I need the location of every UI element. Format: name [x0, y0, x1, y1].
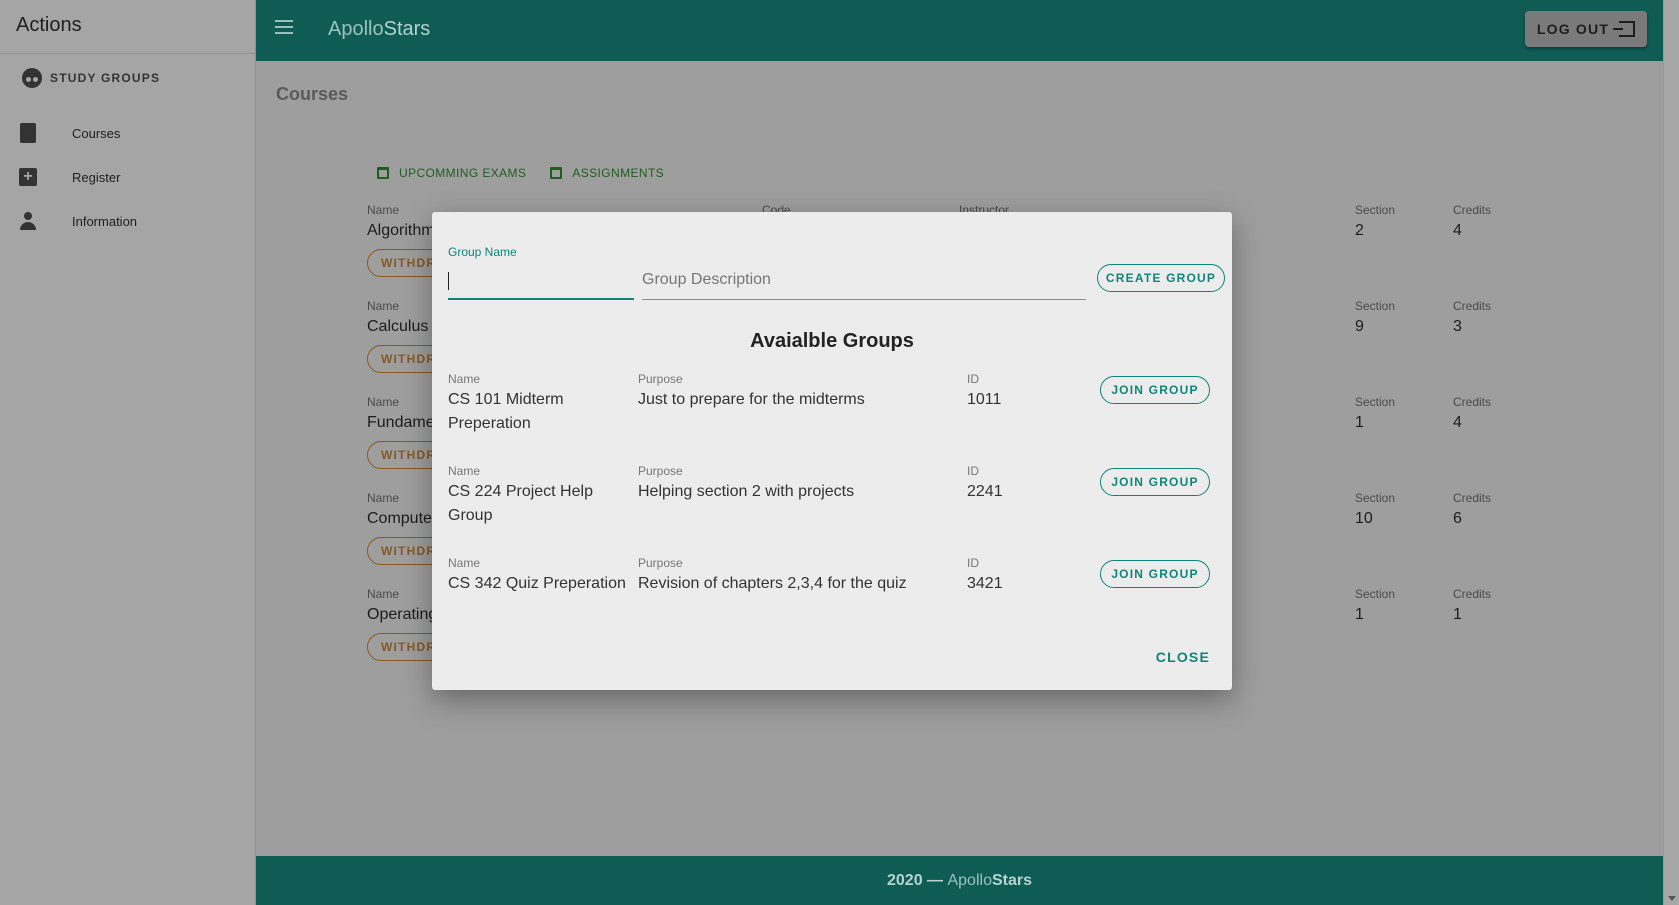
study-groups-label: STUDY GROUPS [50, 71, 161, 85]
page-title: Courses [276, 84, 349, 104]
group-id: 2241 [967, 483, 1003, 500]
course-name: Compute [367, 510, 432, 527]
sidebar: Actions STUDY GROUPS Courses + Register … [0, 0, 256, 905]
group-purpose: Helping section 2 with projects [638, 483, 855, 500]
join-group-button[interactable]: JOIN GROUP [1100, 560, 1210, 588]
sidebar-item-label: Courses [72, 125, 121, 141]
group-id: 1011 [967, 391, 1002, 408]
text-caret [448, 272, 449, 290]
person-icon [18, 211, 38, 231]
course-credits: 4 [1453, 414, 1462, 431]
book-icon [18, 123, 38, 143]
tab-label: UPCOMMING EXAMS [399, 166, 527, 180]
course-section: 1 [1355, 414, 1364, 431]
course-section: 2 [1355, 222, 1364, 239]
name-label: Name [448, 372, 481, 386]
sidebar-item-label: Register [72, 169, 121, 185]
available-groups-title: Avaialble Groups [750, 330, 914, 352]
scroll-down-icon[interactable] [1668, 896, 1676, 901]
group-name: CS 101 Midterm Preperation [448, 391, 564, 432]
logout-label: LOG OUT [1536, 21, 1610, 37]
tab-upcoming-exams[interactable]: UPCOMMING EXAMS [377, 166, 526, 180]
footer-text: 2020 — ApolloStars [887, 871, 1032, 889]
study-groups-dialog: Group Name CREATE GROUP Avaialble Groups… [432, 212, 1232, 690]
add-box-icon: + [18, 167, 38, 187]
group-row: Name CS 342 Quiz Preperation Purpose Rev… [448, 556, 1218, 636]
group-purpose: Revision of chapters 2,3,4 for the quiz [638, 575, 907, 592]
credits-label: Credits [1453, 203, 1492, 217]
course-tabs: UPCOMMING EXAMS ASSIGNMENTS [377, 166, 664, 180]
section-label: Section [1355, 395, 1396, 409]
name-label: Name [367, 587, 400, 601]
calendar-icon [377, 167, 389, 179]
tab-label: ASSIGNMENTS [572, 166, 665, 180]
create-group-button[interactable]: CREATE GROUP [1097, 264, 1225, 292]
id-label: ID [967, 372, 979, 386]
brand-title: ApolloStars [328, 18, 431, 40]
id-label: ID [967, 556, 979, 570]
name-label: Name [367, 491, 400, 505]
tab-assignments[interactable]: ASSIGNMENTS [550, 166, 664, 180]
group-purpose: Just to prepare for the midterms [638, 391, 865, 408]
name-label: Name [448, 556, 481, 570]
sidebar-item-label: Information [72, 213, 138, 229]
group-row: Name CS 224 Project Help Group Purpose H… [448, 464, 1218, 544]
name-label: Name [367, 299, 400, 313]
scrollbar[interactable] [1663, 0, 1679, 905]
sidebar-item-courses[interactable]: Courses [18, 123, 120, 143]
course-credits: 6 [1453, 510, 1462, 527]
sidebar-item-information[interactable]: Information [18, 211, 137, 231]
exit-icon [1613, 21, 1636, 37]
join-group-button[interactable]: JOIN GROUP [1100, 376, 1210, 404]
logout-button[interactable]: LOG OUT [1525, 11, 1647, 47]
credits-label: Credits [1453, 299, 1492, 313]
groups-icon [22, 68, 42, 88]
name-label: Name [367, 203, 400, 217]
course-credits: 1 [1453, 606, 1462, 623]
group-description-input[interactable] [642, 260, 1086, 300]
credits-label: Credits [1453, 587, 1492, 601]
credits-label: Credits [1453, 491, 1492, 505]
course-credits: 4 [1453, 222, 1462, 239]
group-id: 3421 [967, 575, 1003, 592]
section-label: Section [1355, 299, 1396, 313]
study-groups-button[interactable]: STUDY GROUPS [22, 68, 160, 88]
course-section: 1 [1355, 606, 1364, 623]
course-name: Operating [367, 606, 438, 623]
purpose-label: Purpose [638, 556, 683, 570]
section-label: Section [1355, 587, 1396, 601]
group-name-label: Group Name [448, 245, 517, 259]
course-section: 9 [1355, 318, 1364, 335]
course-name: Calculus [367, 318, 429, 335]
course-name: Fundame [367, 414, 435, 431]
group-name-input[interactable] [448, 260, 634, 300]
calendar-icon [550, 167, 563, 179]
id-label: ID [967, 464, 979, 478]
course-credits: 3 [1453, 318, 1462, 335]
course-section: 10 [1355, 510, 1373, 527]
app-bar: ApolloStars LOG OUT [256, 0, 1663, 61]
name-label: Name [367, 395, 400, 409]
group-name: CS 342 Quiz Preperation [448, 575, 626, 592]
section-label: Section [1355, 203, 1396, 217]
section-label: Section [1355, 491, 1396, 505]
group-name: CS 224 Project Help Group [448, 483, 593, 524]
group-row: Name CS 101 Midterm Preperation Purpose … [448, 372, 1218, 452]
sidebar-item-register[interactable]: + Register [18, 167, 120, 187]
name-label: Name [448, 464, 481, 478]
close-button[interactable]: CLOSE [1156, 649, 1210, 665]
divider [0, 53, 256, 54]
menu-icon[interactable] [275, 20, 293, 34]
purpose-label: Purpose [638, 372, 683, 386]
course-name: Algorithm [367, 222, 435, 239]
footer: 2020 — ApolloStars [256, 856, 1663, 905]
join-group-button[interactable]: JOIN GROUP [1100, 468, 1210, 496]
credits-label: Credits [1453, 395, 1492, 409]
sidebar-title: Actions [16, 14, 82, 36]
purpose-label: Purpose [638, 464, 683, 478]
